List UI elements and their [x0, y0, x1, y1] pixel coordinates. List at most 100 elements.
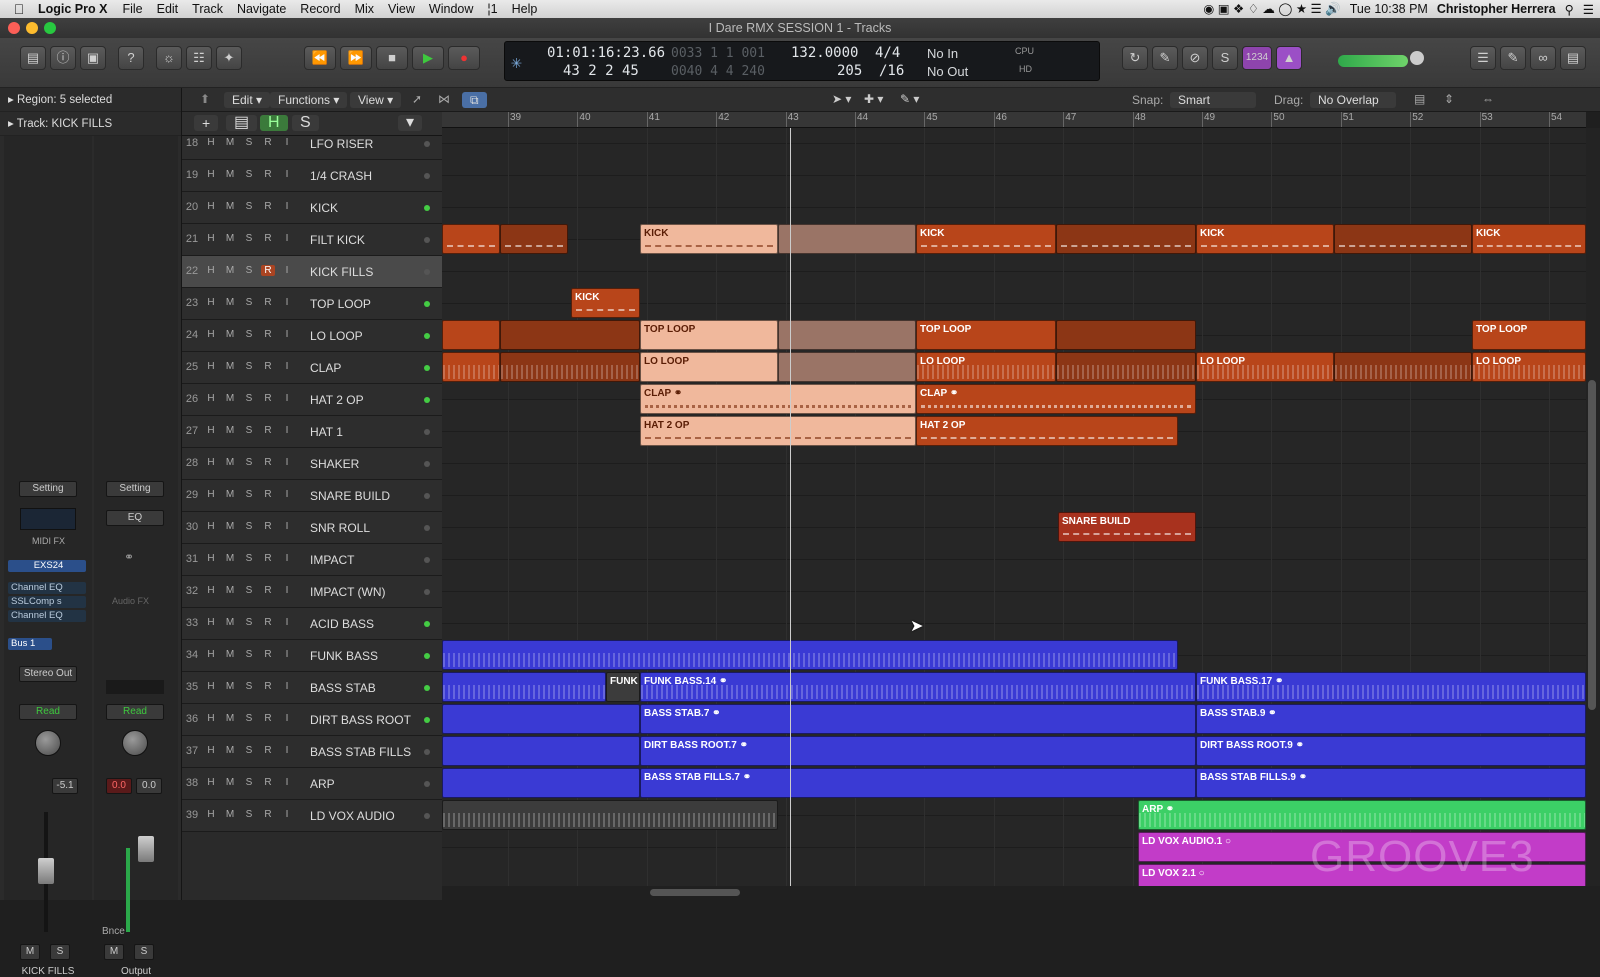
menu-view[interactable]: View: [381, 2, 422, 16]
track-s-button[interactable]: S: [242, 137, 256, 148]
track-h-button[interactable]: H: [204, 553, 218, 564]
track-header[interactable]: 31 H M S R I IMPACT: [182, 544, 442, 576]
track-s-button[interactable]: S: [242, 457, 256, 468]
track-s-button[interactable]: S: [242, 521, 256, 532]
track-name[interactable]: IMPACT (WN): [310, 585, 386, 599]
track-lane[interactable]: [442, 464, 1586, 496]
folder-icon[interactable]: ▤: [226, 115, 258, 131]
track-name[interactable]: ARP: [310, 777, 335, 791]
track-s-button[interactable]: S: [242, 745, 256, 756]
track-header[interactable]: 32 H M S R I IMPACT (WN): [182, 576, 442, 608]
track-s-button[interactable]: S: [242, 777, 256, 788]
spotlight-icon[interactable]: ⚲: [1565, 2, 1574, 17]
tracks-area[interactable]: KICK KICK KICK KICK KICK TOP LOOP TOP LO…: [442, 128, 1586, 886]
track-i-button[interactable]: I: [280, 137, 294, 148]
track-r-button[interactable]: R: [261, 553, 275, 564]
track-r-button[interactable]: R: [261, 585, 275, 596]
track-r-button[interactable]: R: [261, 521, 275, 532]
hide-toggle-button[interactable]: H: [260, 115, 288, 131]
solo-button-1[interactable]: S: [50, 944, 70, 960]
region-lo-loop-1[interactable]: LO LOOP: [640, 352, 778, 382]
region-kick-2[interactable]: KICK: [916, 224, 1056, 254]
vertical-zoom-icon[interactable]: ⇕: [1444, 92, 1454, 106]
menu-mix[interactable]: Mix: [348, 2, 381, 16]
solo-button[interactable]: S: [1212, 46, 1238, 70]
status-icons[interactable]: ◉ ▣ ❖ ♢ ☁ ◯ ★ ☰ 🔊: [1203, 1, 1340, 17]
horizontal-zoom-icon[interactable]: ⇔: [1482, 92, 1494, 106]
track-i-button[interactable]: I: [280, 553, 294, 564]
region-kick-3[interactable]: KICK: [1196, 224, 1334, 254]
track-lane[interactable]: [442, 560, 1586, 592]
menu-navigate[interactable]: Navigate: [230, 2, 293, 16]
track-h-button[interactable]: H: [204, 745, 218, 756]
region-kick-1[interactable]: KICK: [640, 224, 778, 254]
region-lo-loop-3[interactable]: LO LOOP: [1196, 352, 1334, 382]
track-m-button[interactable]: M: [223, 297, 237, 308]
cycle-button[interactable]: ↻: [1122, 46, 1148, 70]
track-h-button[interactable]: H: [204, 585, 218, 596]
track-i-button[interactable]: I: [280, 297, 294, 308]
track-s-button[interactable]: S: [242, 233, 256, 244]
track-m-button[interactable]: M: [223, 649, 237, 660]
track-r-button[interactable]: R: [261, 681, 275, 692]
editors-button[interactable]: ✦: [216, 46, 242, 70]
track-h-button[interactable]: H: [204, 329, 218, 340]
lcd-gear-icon[interactable]: ✳: [511, 52, 522, 73]
track-i-button[interactable]: I: [280, 457, 294, 468]
track-h-button[interactable]: H: [204, 681, 218, 692]
track-r-button[interactable]: R: [261, 649, 275, 660]
minimize-window-button[interactable]: [26, 22, 38, 34]
track-r-button[interactable]: R: [261, 233, 275, 244]
region-funk-bass-prev[interactable]: [442, 672, 606, 702]
track-name[interactable]: KICK FILLS: [310, 265, 373, 279]
region-top-loop-loop[interactable]: [778, 320, 916, 350]
track-name[interactable]: SHAKER: [310, 457, 359, 471]
horizontal-scrollbar-thumb[interactable]: [650, 889, 740, 896]
automation-read-2[interactable]: Read: [106, 704, 164, 720]
track-s-button[interactable]: S: [242, 681, 256, 692]
menu-window[interactable]: Window: [422, 2, 480, 16]
track-header[interactable]: 37 H M S R I BASS STAB FILLS: [182, 736, 442, 768]
menu-screenset[interactable]: ¦1: [480, 2, 504, 16]
track-i-button[interactable]: I: [280, 521, 294, 532]
region-lo-loop-loop[interactable]: [778, 352, 916, 382]
close-window-button[interactable]: [8, 22, 20, 34]
track-r-button[interactable]: R: [261, 713, 275, 724]
track-name[interactable]: FUNK BASS: [310, 649, 378, 663]
output-stereo-out[interactable]: Stereo Out: [19, 666, 77, 682]
track-header[interactable]: 26 H M S R I HAT 2 OP: [182, 384, 442, 416]
playhead[interactable]: [790, 128, 791, 886]
track-name[interactable]: DIRT BASS ROOT: [310, 713, 411, 727]
region-bass-stab-9[interactable]: BASS STAB.9 ⚭: [1196, 704, 1586, 734]
track-m-button[interactable]: M: [223, 393, 237, 404]
track-r-button[interactable]: R: [261, 457, 275, 468]
track-header[interactable]: 35 H M S R I BASS STAB: [182, 672, 442, 704]
rewind-button[interactable]: ⏪: [304, 46, 336, 70]
quick-help-button[interactable]: ?: [118, 46, 144, 70]
fx-slot-1[interactable]: Channel EQ: [8, 582, 86, 594]
setting-button-1[interactable]: Setting: [19, 481, 77, 497]
track-i-button[interactable]: I: [280, 713, 294, 724]
menu-record[interactable]: Record: [293, 2, 347, 16]
region-inspector-header[interactable]: ▸ Region: 5 selected: [0, 88, 181, 112]
region-kick-fills[interactable]: KICK: [571, 288, 640, 318]
pan-knob-1[interactable]: [35, 730, 61, 756]
track-m-button[interactable]: M: [223, 553, 237, 564]
track-m-button[interactable]: M: [223, 681, 237, 692]
track-h-button[interactable]: H: [204, 361, 218, 372]
play-button[interactable]: ▶: [412, 46, 444, 70]
pointer-tool-icon[interactable]: ➤ ▾: [832, 92, 851, 106]
region-lo-loop-prev-b[interactable]: [500, 352, 640, 382]
metronome-button[interactable]: ▲: [1276, 46, 1302, 70]
region-top-loop-1[interactable]: TOP LOOP: [640, 320, 778, 350]
track-i-button[interactable]: I: [280, 361, 294, 372]
track-r-button[interactable]: R: [261, 137, 275, 148]
region-hat2-1[interactable]: HAT 2 OP: [640, 416, 916, 446]
track-header[interactable]: 20 H M S R I KICK: [182, 192, 442, 224]
track-s-button[interactable]: S: [242, 489, 256, 500]
track-r-button[interactable]: R: [261, 617, 275, 628]
region-top-loop-3[interactable]: TOP LOOP: [1472, 320, 1586, 350]
menu-track[interactable]: Track: [185, 2, 230, 16]
back-arrow-icon[interactable]: ⬆: [200, 92, 210, 106]
track-i-button[interactable]: I: [280, 745, 294, 756]
